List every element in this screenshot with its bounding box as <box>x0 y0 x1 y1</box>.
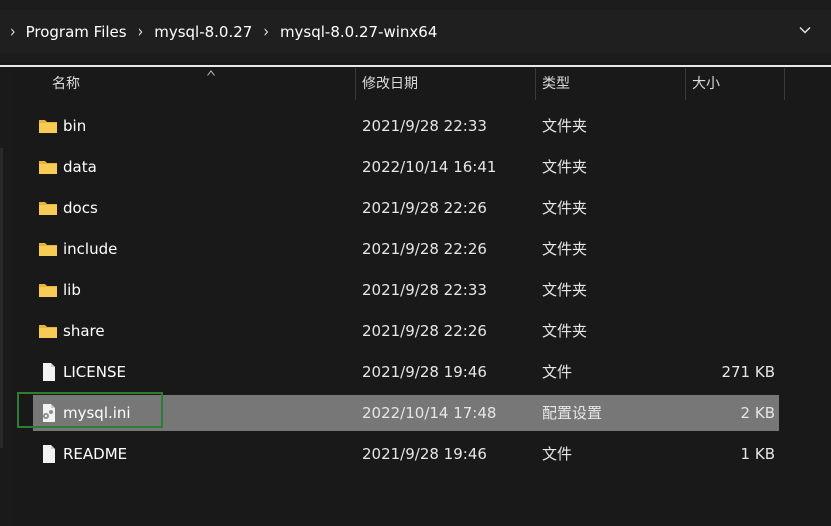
folder-icon <box>39 161 57 174</box>
file-modified: 2021/9/28 19:46 <box>362 445 487 463</box>
divider <box>0 65 831 67</box>
file-type: 文件夹 <box>542 322 588 340</box>
file-name: lib <box>63 281 81 299</box>
address-bar: › Program Files › mysql-8.0.27 › mysql-8… <box>0 0 831 62</box>
folder-icon <box>39 202 57 215</box>
file-row[interactable]: LICENSE 2021/9/28 19:46 文件 271 KB <box>33 354 779 390</box>
breadcrumb-program-files[interactable]: Program Files <box>26 23 127 41</box>
file-icon <box>43 363 55 381</box>
file-type: 文件夹 <box>542 158 588 176</box>
chevron-right-icon[interactable]: › <box>10 22 16 41</box>
file-modified: 2021/9/28 22:26 <box>362 322 487 340</box>
file-row[interactable]: include 2021/9/28 22:26 文件夹 <box>33 231 779 267</box>
column-header-row: 名称 修改日期 类型 大小 <box>14 68 831 100</box>
file-size: 2 KB <box>740 404 775 422</box>
chevron-right-icon[interactable]: › <box>138 22 144 41</box>
column-header-size[interactable]: 大小 <box>692 68 720 100</box>
file-name: share <box>63 322 105 340</box>
annotation-highlight-box <box>17 392 163 428</box>
file-name: include <box>63 240 118 258</box>
file-name: data <box>63 158 97 176</box>
file-size: 271 KB <box>721 363 775 381</box>
file-name: README <box>63 445 128 463</box>
column-divider[interactable] <box>784 68 785 100</box>
file-row[interactable]: lib 2021/9/28 22:33 文件夹 <box>33 272 779 308</box>
folder-icon <box>39 120 57 133</box>
folder-icon <box>39 243 57 256</box>
column-divider[interactable] <box>685 68 686 100</box>
file-modified: 2022/10/14 17:48 <box>362 404 497 422</box>
file-name: bin <box>63 117 87 135</box>
navigation-pane-edge <box>0 68 14 526</box>
breadcrumb-mysql-8-0-27[interactable]: mysql-8.0.27 <box>154 23 252 41</box>
file-row[interactable]: docs 2021/9/28 22:26 文件夹 <box>33 190 779 226</box>
column-header-name[interactable]: 名称 <box>52 68 80 100</box>
file-modified: 2021/9/28 22:26 <box>362 240 487 258</box>
column-divider[interactable] <box>535 68 536 100</box>
sort-ascending-icon <box>207 70 215 76</box>
file-type: 文件夹 <box>542 199 588 217</box>
file-name: LICENSE <box>63 363 126 381</box>
file-row[interactable]: bin 2021/9/28 22:33 文件夹 <box>33 108 779 144</box>
file-type: 文件夹 <box>542 281 588 299</box>
file-modified: 2021/9/28 22:33 <box>362 281 487 299</box>
chevron-down-icon[interactable] <box>799 24 811 36</box>
file-row[interactable]: data 2022/10/14 16:41 文件夹 <box>33 149 779 185</box>
file-type: 文件 <box>542 363 573 381</box>
file-icon <box>43 445 55 463</box>
chevron-right-icon[interactable]: › <box>263 22 269 41</box>
file-modified: 2021/9/28 22:26 <box>362 199 487 217</box>
file-modified: 2021/9/28 22:33 <box>362 117 487 135</box>
folder-icon <box>39 284 57 297</box>
scrollbar[interactable] <box>0 148 3 448</box>
file-modified: 2022/10/14 16:41 <box>362 158 497 176</box>
column-divider[interactable] <box>355 68 356 100</box>
column-header-type[interactable]: 类型 <box>542 68 570 100</box>
file-row[interactable]: README 2021/9/28 19:46 文件 1 KB <box>33 436 779 472</box>
breadcrumb: › Program Files › mysql-8.0.27 › mysql-8… <box>6 10 437 53</box>
file-type: 配置设置 <box>542 404 603 422</box>
folder-icon <box>39 325 57 338</box>
file-type: 文件 <box>542 445 573 463</box>
file-modified: 2021/9/28 19:46 <box>362 363 487 381</box>
file-type: 文件夹 <box>542 240 588 258</box>
column-header-modified[interactable]: 修改日期 <box>362 68 418 100</box>
file-type: 文件夹 <box>542 117 588 135</box>
breadcrumb-mysql-winx64[interactable]: mysql-8.0.27-winx64 <box>280 23 437 41</box>
file-row[interactable]: share 2021/9/28 22:26 文件夹 <box>33 313 779 349</box>
file-size: 1 KB <box>740 445 775 463</box>
file-name: docs <box>63 199 98 217</box>
